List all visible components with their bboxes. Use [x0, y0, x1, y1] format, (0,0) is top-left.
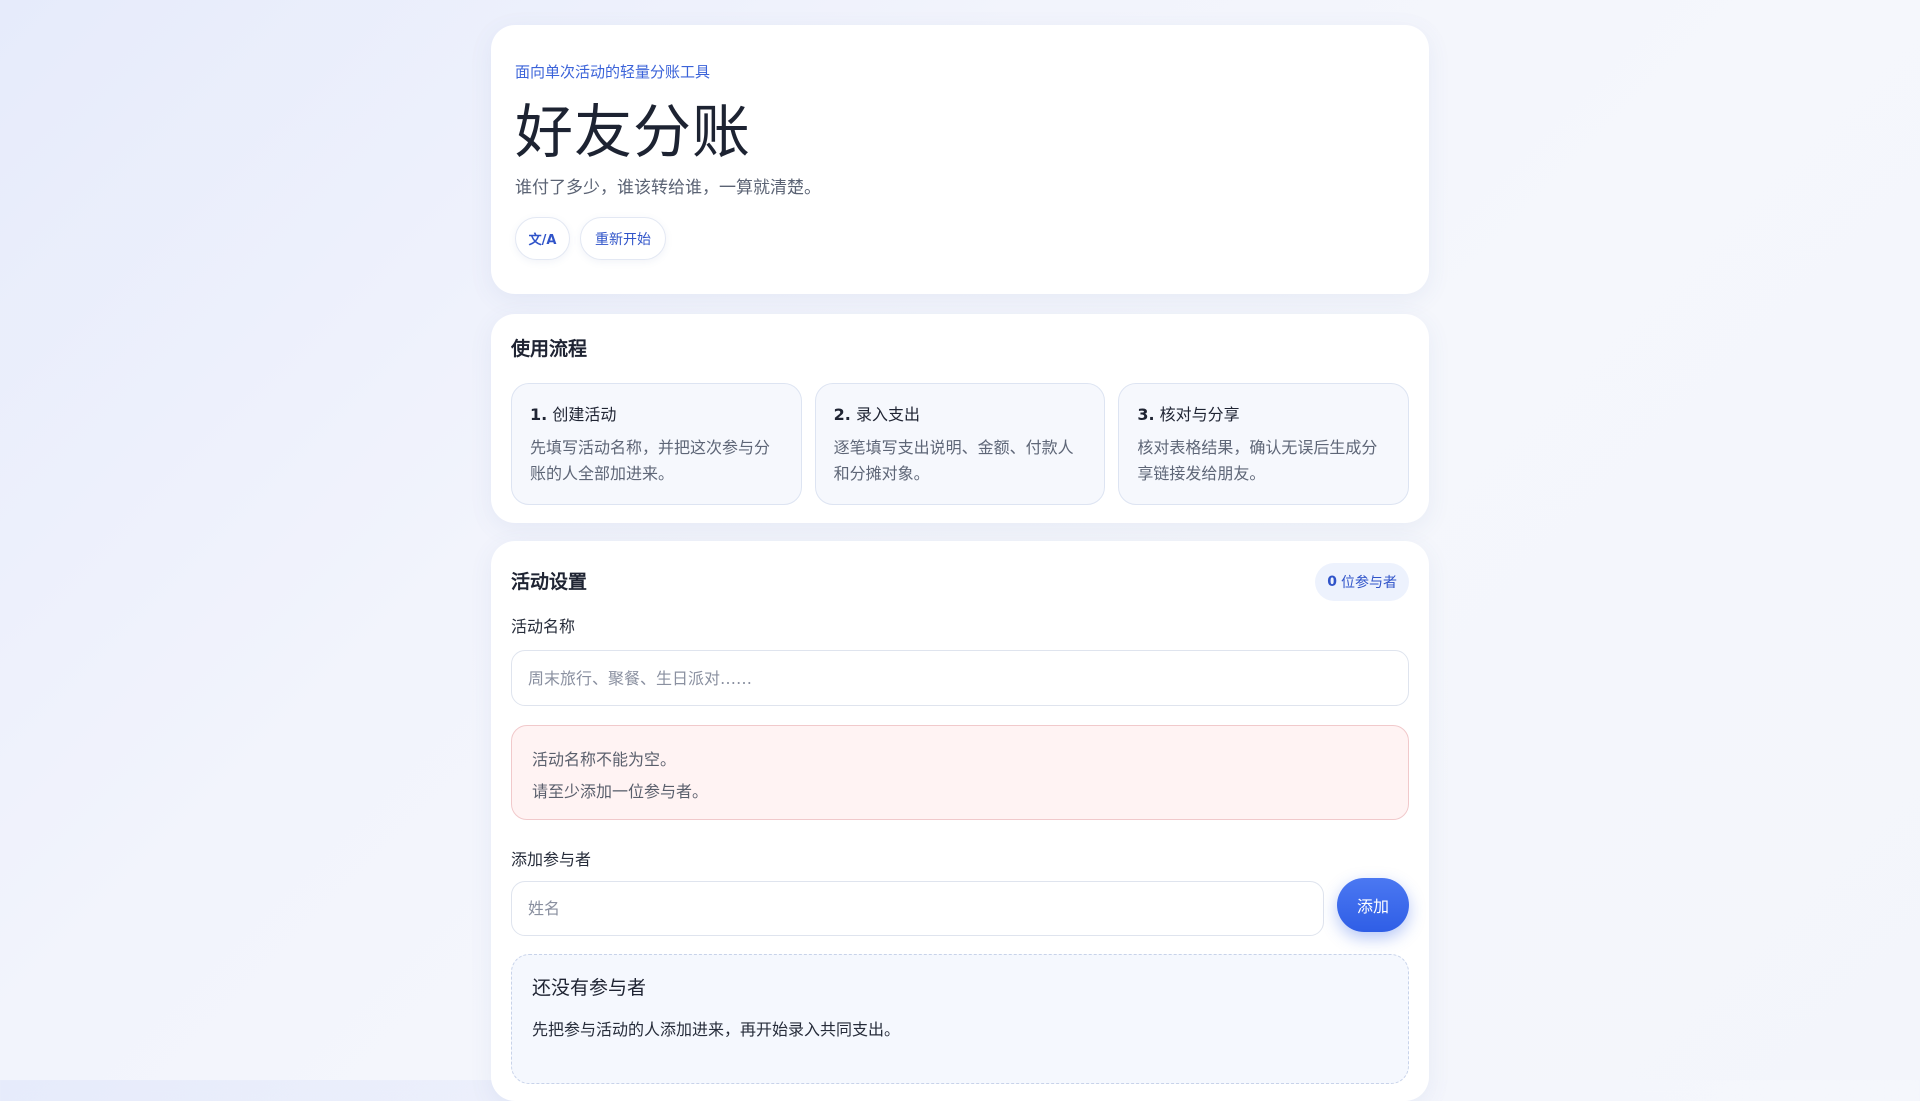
participant-count-suffix: 位参与者 — [1341, 575, 1397, 591]
step-description: 逐笔填写支出说明、金额、付款人和分摊对象。 — [833, 438, 1074, 483]
validation-error-box: 活动名称不能为空。 请至少添加一位参与者。 — [511, 725, 1409, 820]
language-toggle-button[interactable]: 文/A — [515, 217, 570, 260]
empty-state-description: 先把参与活动的人添加进来，再开始录入共同支出。 — [532, 1020, 901, 1039]
activity-setup-card: 活动设置 0 位参与者 活动名称 活动名称不能为空。 请至少添加一位参与者。 添… — [491, 541, 1429, 1101]
step-title-text: 核对与分享 — [1159, 405, 1240, 424]
flow-steps: 1. 创建活动 先填写活动名称，并把这次参与分账的人全部加进来。 2. 录入支出… — [511, 383, 1410, 505]
step-card-create: 1. 创建活动 先填写活动名称，并把这次参与分账的人全部加进来。 — [511, 383, 802, 505]
participant-count: 0 — [1327, 574, 1337, 590]
page-container: 面向单次活动的轻量分账工具 好友分账 谁付了多少，谁该转给谁，一算就清楚。 文/… — [491, 25, 1429, 1101]
error-message: 请至少添加一位参与者。 — [532, 782, 709, 801]
empty-state-title: 还没有参与者 — [532, 977, 647, 999]
error-message: 活动名称不能为空。 — [532, 750, 677, 769]
restart-button[interactable]: 重新开始 — [580, 217, 666, 260]
step-number: 3. — [1137, 405, 1155, 424]
step-number: 2. — [833, 405, 851, 424]
add-participant-button[interactable]: 添加 — [1337, 877, 1409, 932]
add-participant-row: 添加 — [511, 877, 1409, 936]
step-card-share: 3. 核对与分享 核对表格结果，确认无误后生成分享链接发给朋友。 — [1118, 383, 1410, 505]
step-number: 1. — [530, 405, 548, 424]
hero-actions: 文/A 重新开始 — [515, 217, 1405, 260]
flow-title: 使用流程 — [511, 338, 588, 360]
step-title-text: 创建活动 — [552, 405, 617, 424]
participant-count-badge: 0 位参与者 — [1315, 563, 1409, 601]
activity-name-label: 活动名称 — [511, 617, 576, 636]
step-title: 3. 核对与分享 — [1137, 404, 1390, 426]
empty-participants-state: 还没有参与者 先把参与活动的人添加进来，再开始录入共同支出。 — [511, 954, 1409, 1084]
add-participant-label: 添加参与者 — [511, 850, 592, 869]
hero-card: 面向单次活动的轻量分账工具 好友分账 谁付了多少，谁该转给谁，一算就清楚。 文/… — [491, 25, 1429, 294]
page-title: 好友分账 — [515, 98, 752, 166]
step-title: 2. 录入支出 — [834, 404, 1087, 426]
flow-card: 使用流程 1. 创建活动 先填写活动名称，并把这次参与分账的人全部加进来。 2.… — [491, 314, 1429, 523]
participant-name-input[interactable] — [511, 881, 1324, 936]
step-card-expenses: 2. 录入支出 逐笔填写支出说明、金额、付款人和分摊对象。 — [814, 383, 1106, 505]
activity-name-input[interactable] — [511, 650, 1409, 706]
setup-title: 活动设置 — [511, 571, 588, 593]
setup-header: 活动设置 0 位参与者 — [511, 563, 1409, 601]
step-title: 1. 创建活动 — [530, 404, 783, 426]
hero-eyebrow: 面向单次活动的轻量分账工具 — [515, 63, 711, 81]
step-description: 核对表格结果，确认无误后生成分享链接发给朋友。 — [1137, 438, 1378, 483]
page-subtitle: 谁付了多少，谁该转给谁，一算就清楚。 — [515, 178, 821, 198]
step-description: 先填写活动名称，并把这次参与分账的人全部加进来。 — [530, 438, 771, 483]
step-title-text: 录入支出 — [855, 405, 920, 424]
